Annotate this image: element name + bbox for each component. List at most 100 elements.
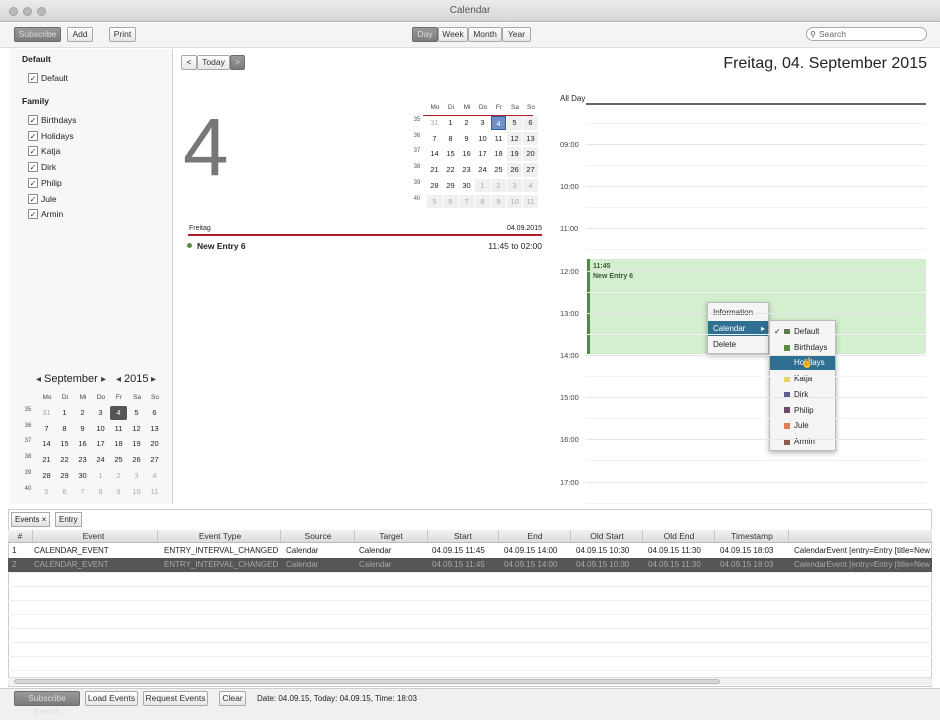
day-cell[interactable]: 7 [74,485,91,499]
prev-month-icon[interactable]: ◂ [36,374,41,385]
day-cell[interactable]: 9 [110,485,127,499]
table-cell[interactable]: Calendar [286,546,354,555]
print-button[interactable]: Print [109,27,136,42]
day-cell[interactable]: 11 [146,485,163,499]
col-header[interactable]: Source [282,531,354,541]
day-cell[interactable]: 6 [523,116,538,130]
day-cell[interactable]: 20 [523,147,538,162]
checkbox-icon[interactable]: ✓ [28,177,38,188]
day-cell[interactable]: 3 [128,469,145,483]
day-cell[interactable]: 6 [146,406,163,420]
day-cell[interactable]: 13 [523,131,538,146]
menu-delete[interactable]: Delete [708,337,768,352]
tab-entry[interactable]: Entry [55,512,82,527]
view-year-button[interactable]: Year [502,27,531,42]
submenu-default[interactable]: ✓ Default [770,324,835,339]
table-cell[interactable]: Calendar [359,560,427,569]
col-header[interactable]: # [8,531,32,541]
col-header[interactable]: Target [355,531,427,541]
day-cell[interactable]: 1 [92,469,109,483]
day-cell[interactable]: 16 [459,147,474,161]
day-cell[interactable]: 22 [56,453,73,467]
col-header[interactable]: Old Start [572,531,642,541]
day-cell[interactable]: 19 [128,437,145,451]
day-cell[interactable]: 10 [128,485,145,499]
submenu-katja[interactable]: Katja [770,371,835,386]
day-cell[interactable]: 5 [38,485,55,499]
day-cell[interactable]: 30 [74,469,91,483]
day-cell[interactable]: 28 [427,179,442,193]
day-cell[interactable]: 2 [459,116,474,130]
day-cell[interactable]: 4 [110,406,127,420]
day-cell[interactable]: 8 [443,132,458,146]
checkbox-icon[interactable]: ✓ [28,73,38,83]
col-header[interactable]: Event [30,531,157,541]
next-button[interactable]: > [230,55,245,70]
day-cell[interactable]: 23 [74,453,91,467]
prev-button[interactable]: < [181,55,197,70]
day-cell[interactable]: 24 [475,163,490,177]
day-cell[interactable]: 17 [92,437,109,451]
next-month-icon[interactable]: ▸ [101,374,106,385]
submenu-armin[interactable]: Armin [770,434,835,449]
day-cell[interactable]: 1 [475,178,490,193]
day-cell[interactable]: 29 [56,469,73,483]
col-header[interactable]: End [500,531,570,541]
day-cell[interactable]: 20 [146,437,163,451]
day-cell[interactable]: 15 [443,147,458,161]
table-cell[interactable]: CalendarEvent [entry=Entry [title=New E [794,560,932,569]
day-cell[interactable]: 22 [443,163,458,177]
checkbox-icon[interactable]: ✓ [28,130,38,141]
day-cell[interactable]: 12 [507,131,522,146]
checkbox-icon[interactable]: ✓ [28,162,38,173]
day-cell[interactable]: 24 [92,453,109,467]
day-cell[interactable]: 16 [74,437,91,451]
day-cell[interactable]: 7 [38,422,55,436]
day-cell[interactable]: 5 [427,194,442,209]
day-cell[interactable]: 10 [475,132,490,146]
subscribe-events-button[interactable]: Subscribe Events [14,691,80,716]
day-cell[interactable]: 10 [92,422,109,436]
day-cell[interactable]: 14 [427,147,442,161]
view-day-button[interactable]: Day [412,27,438,42]
checkbox-icon[interactable]: ✓ [28,209,38,220]
next-year-icon[interactable]: ▸ [151,374,156,385]
day-cell[interactable]: 10 [507,194,522,209]
day-cell[interactable]: 8 [92,485,109,499]
table-cell[interactable]: CalendarEvent [entry=Entry [title=New E [794,546,932,555]
day-cell[interactable]: 31 [38,406,55,420]
table-cell[interactable]: 04.09.15 11:30 [648,546,714,555]
table-cell[interactable]: 04.09.15 10:30 [576,560,642,569]
view-week-button[interactable]: Week [438,27,468,42]
table-cell[interactable]: 04.09.15 11:30 [648,560,714,569]
day-cell[interactable]: 27 [523,163,538,177]
view-month-button[interactable]: Month [468,27,502,42]
day-cell[interactable]: 27 [146,453,163,467]
table-cell[interactable]: 1 [12,546,32,555]
table-cell[interactable]: 04.09.15 11:45 [432,560,498,569]
checkbox-icon[interactable]: ✓ [28,115,38,125]
day-cell[interactable]: 26 [507,163,522,177]
day-cell[interactable]: 6 [443,194,458,209]
day-cell[interactable]: 4 [491,116,506,130]
agenda-entry-name[interactable]: New Entry 6 [197,241,246,251]
day-cell[interactable]: 25 [110,453,127,467]
day-cell[interactable]: 3 [507,178,522,193]
day-cell[interactable]: 5 [128,406,145,420]
day-cell[interactable]: 29 [443,179,458,193]
col-header[interactable]: Old End [644,531,714,541]
request-events-button[interactable]: Request Events [143,691,208,706]
day-cell[interactable]: 6 [56,485,73,499]
day-cell[interactable]: 4 [523,178,538,193]
col-header[interactable]: Start [428,531,498,541]
submenu-dirk[interactable]: Dirk [770,387,835,402]
day-cell[interactable]: 9 [491,194,506,209]
table-cell[interactable]: 04.09.15 10:30 [576,546,642,555]
day-cell[interactable]: 30 [459,179,474,193]
day-cell[interactable]: 21 [427,163,442,177]
clear-button[interactable]: Clear [219,691,246,706]
day-cell[interactable]: 11 [523,194,538,209]
day-cell[interactable]: 9 [74,422,91,436]
submenu-philip[interactable]: Philip [770,403,835,418]
day-cell[interactable]: 1 [443,116,458,130]
